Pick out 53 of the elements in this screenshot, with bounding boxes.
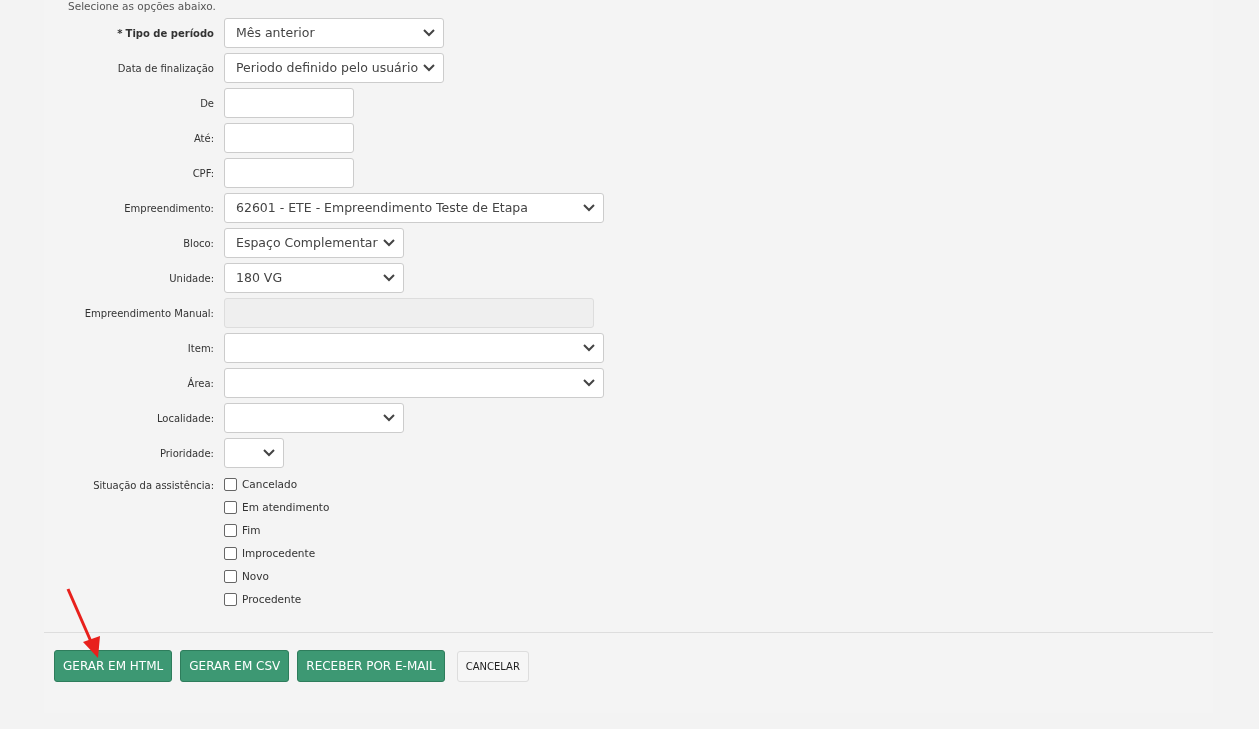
select-field[interactable]: 180 VG	[224, 263, 404, 293]
select-field[interactable]: 62601 - ETE - Empreendimento Teste de Etapa	[224, 193, 604, 223]
checkbox-label: Fim	[242, 522, 261, 538]
field-label: Bloco:	[182, 236, 215, 251]
chevron-down-icon	[423, 64, 435, 72]
field-label: Item:	[186, 341, 215, 356]
select-field[interactable]: Mês anterior	[224, 18, 444, 48]
field-label: De	[199, 96, 215, 111]
input-field[interactable]	[224, 88, 354, 118]
select-field[interactable]	[224, 333, 604, 363]
chevron-down-icon	[583, 344, 595, 352]
input-field[interactable]	[224, 158, 354, 188]
chevron-down-icon	[383, 274, 395, 282]
checkbox[interactable]	[224, 478, 237, 491]
field-label: Até:	[192, 131, 215, 146]
field-label: Data de finalização	[116, 61, 215, 76]
instruction-text: Selecione as opções abaixo.	[67, 0, 217, 14]
field-label: Empreendimento:	[123, 201, 215, 216]
select-field[interactable]	[224, 368, 604, 398]
chevron-down-icon	[423, 29, 435, 37]
required-mark: *	[117, 27, 123, 39]
checkbox-label: Cancelado	[242, 476, 298, 492]
checkbox[interactable]	[224, 524, 237, 537]
field-label: Localidade:	[155, 411, 215, 426]
checkbox[interactable]	[224, 593, 237, 606]
chevron-down-icon	[383, 239, 395, 247]
cancel-button[interactable]: CANCELAR	[456, 650, 529, 682]
select-field[interactable]: Periodo definido pelo usuário	[224, 53, 444, 83]
checkbox-label: Procedente	[242, 591, 302, 607]
checkbox-label: Novo	[242, 568, 269, 584]
field-label: Tipo de período	[125, 27, 214, 39]
action-button[interactable]: RECEBER POR E-MAIL	[297, 650, 445, 682]
select-field[interactable]	[224, 438, 284, 468]
checkbox[interactable]	[224, 501, 237, 514]
checkbox-label: Improcedente	[242, 545, 316, 561]
chevron-down-icon	[583, 379, 595, 387]
chevron-down-icon	[383, 414, 395, 422]
select-field[interactable]	[224, 403, 404, 433]
checkbox-label: Em atendimento	[242, 499, 330, 515]
checkbox[interactable]	[224, 547, 237, 560]
field-label: Situação da assistência:	[92, 479, 215, 493]
field-label: Unidade:	[168, 271, 215, 286]
chevron-down-icon	[263, 449, 275, 457]
field-label: Empreendimento Manual:	[83, 306, 215, 321]
input-field[interactable]	[224, 123, 354, 153]
chevron-down-icon	[583, 204, 595, 212]
field-label: Área:	[186, 376, 215, 391]
field-label: CPF:	[191, 166, 215, 181]
field-label: Prioridade:	[158, 446, 215, 461]
action-button[interactable]: GERAR EM CSV	[180, 650, 290, 682]
action-button[interactable]: GERAR EM HTML	[54, 650, 173, 682]
select-field[interactable]: Espaço Complementar	[224, 228, 404, 258]
checkbox[interactable]	[224, 570, 237, 583]
